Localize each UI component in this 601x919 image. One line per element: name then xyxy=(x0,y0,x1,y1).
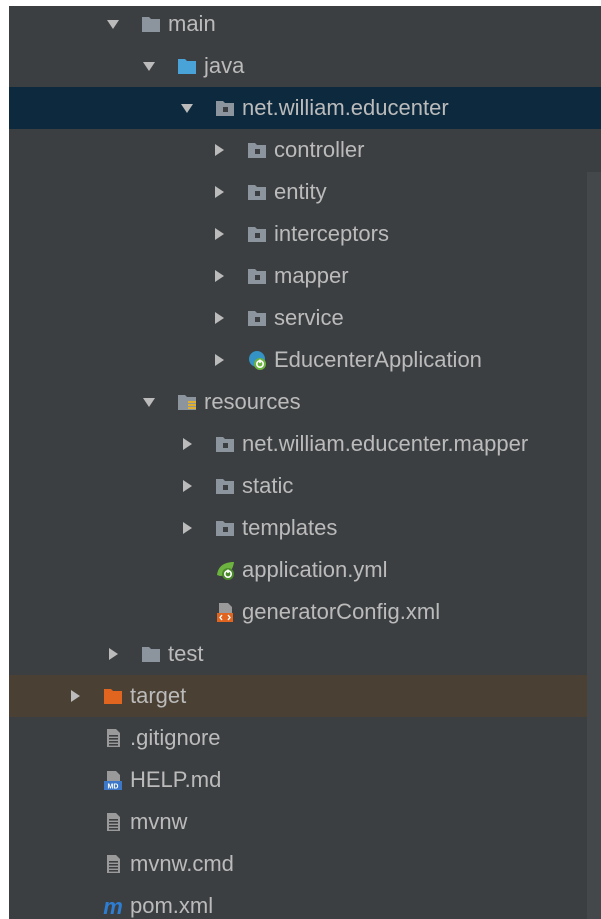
tree-node-label: mvnw xyxy=(130,809,188,834)
excluded-folder-icon xyxy=(102,685,124,707)
markdown-file-icon: MD xyxy=(102,769,124,791)
spring-config-icon xyxy=(214,559,236,581)
tree-node-label: target xyxy=(130,683,187,708)
tree-node-generatorconfig-xml[interactable]: generatorConfig.xml xyxy=(9,591,601,633)
tree-node-controller[interactable]: controller xyxy=(9,129,601,171)
folder-icon xyxy=(140,643,162,665)
tree-node-label: resources xyxy=(204,389,301,414)
package-icon xyxy=(246,223,268,245)
tree-node-label: pom.xml xyxy=(130,893,214,918)
collapse-arrow-icon[interactable] xyxy=(142,395,156,409)
collapse-arrow-icon[interactable] xyxy=(106,17,120,31)
package-icon xyxy=(246,265,268,287)
tree-node-label: java xyxy=(204,53,245,78)
resources-folder-icon xyxy=(176,391,198,413)
tree-node-label: generatorConfig.xml xyxy=(242,599,441,624)
expand-arrow-icon[interactable] xyxy=(106,647,120,661)
tree-node-label: service xyxy=(274,305,344,330)
tree-node-label: main xyxy=(168,11,216,36)
expand-arrow-icon[interactable] xyxy=(212,353,226,367)
tree-node-label: static xyxy=(242,473,294,498)
tree-node-static[interactable]: static xyxy=(9,465,601,507)
tree-node-mvnw-cmd[interactable]: mvnw.cmd xyxy=(9,843,601,885)
package-icon xyxy=(246,181,268,203)
expand-arrow-icon[interactable] xyxy=(212,185,226,199)
tree-node-service[interactable]: service xyxy=(9,297,601,339)
tree-node-net-william-educenter[interactable]: net.william.educenter xyxy=(9,87,601,129)
svg-text:m: m xyxy=(103,895,123,917)
tree-node-label: interceptors xyxy=(274,221,389,246)
tree-node-label: mapper xyxy=(274,263,349,288)
tree-node-label: test xyxy=(168,641,204,666)
text-file-icon xyxy=(102,811,124,833)
tree-node-label: EducenterApplication xyxy=(274,347,482,372)
source-folder-icon xyxy=(176,55,198,77)
tree-node-label: templates xyxy=(242,515,338,540)
spring-boot-class-icon xyxy=(246,349,268,371)
package-icon xyxy=(214,517,236,539)
tree-node-java[interactable]: java xyxy=(9,45,601,87)
tree-node-application-yml[interactable]: application.yml xyxy=(9,549,601,591)
collapse-arrow-icon[interactable] xyxy=(180,101,194,115)
tree-node-pom-xml[interactable]: m pom.xml xyxy=(9,885,601,919)
tree-node-main[interactable]: main xyxy=(9,3,601,45)
package-icon xyxy=(214,433,236,455)
tree-node-templates[interactable]: templates xyxy=(9,507,601,549)
text-file-icon xyxy=(102,727,124,749)
expand-arrow-icon[interactable] xyxy=(180,437,194,451)
expand-arrow-icon[interactable] xyxy=(212,269,226,283)
tree-node-educenterapplication[interactable]: EducenterApplication xyxy=(9,339,601,381)
tree-node-target[interactable]: target xyxy=(9,675,601,717)
tree-node-label: net.william.educenter.mapper xyxy=(242,431,529,456)
package-icon xyxy=(214,97,236,119)
tree-node-help-md[interactable]: MD HELP.md xyxy=(9,759,601,801)
maven-icon: m xyxy=(102,895,124,917)
tree-node-label: entity xyxy=(274,179,327,204)
expand-arrow-icon[interactable] xyxy=(212,143,226,157)
tree-node-entity[interactable]: entity xyxy=(9,171,601,213)
tree-node-label: mvnw.cmd xyxy=(130,851,234,876)
tree-node-test[interactable]: test xyxy=(9,633,601,675)
tree-node-label: HELP.md xyxy=(130,767,222,792)
tree-node-mapper[interactable]: mapper xyxy=(9,255,601,297)
package-icon xyxy=(246,139,268,161)
collapse-arrow-icon[interactable] xyxy=(142,59,156,73)
tree-node-net-william-educenter-mapper[interactable]: net.william.educenter.mapper xyxy=(9,423,601,465)
tree-node-mvnw[interactable]: mvnw xyxy=(9,801,601,843)
package-icon xyxy=(246,307,268,329)
vertical-scrollbar[interactable] xyxy=(587,172,601,919)
svg-text:MD: MD xyxy=(108,784,119,791)
tree-node-label: application.yml xyxy=(242,557,388,582)
tree-node-interceptors[interactable]: interceptors xyxy=(9,213,601,255)
window-left-edge xyxy=(0,0,9,919)
project-tree-panel: main java net.william.educenter controller e… xyxy=(0,0,601,919)
tree-node-label: net.william.educenter xyxy=(242,95,449,120)
text-file-icon xyxy=(102,853,124,875)
expand-arrow-icon[interactable] xyxy=(68,689,82,703)
package-icon xyxy=(214,475,236,497)
folder-icon xyxy=(140,13,162,35)
tree-node-label: .gitignore xyxy=(130,725,221,750)
expand-arrow-icon[interactable] xyxy=(180,479,194,493)
xml-file-icon xyxy=(214,601,236,623)
expand-arrow-icon[interactable] xyxy=(212,311,226,325)
expand-arrow-icon[interactable] xyxy=(212,227,226,241)
tree-node-gitignore[interactable]: .gitignore xyxy=(9,717,601,759)
tree-node-resources[interactable]: resources xyxy=(9,381,601,423)
tree-node-label: controller xyxy=(274,137,365,162)
expand-arrow-icon[interactable] xyxy=(180,521,194,535)
